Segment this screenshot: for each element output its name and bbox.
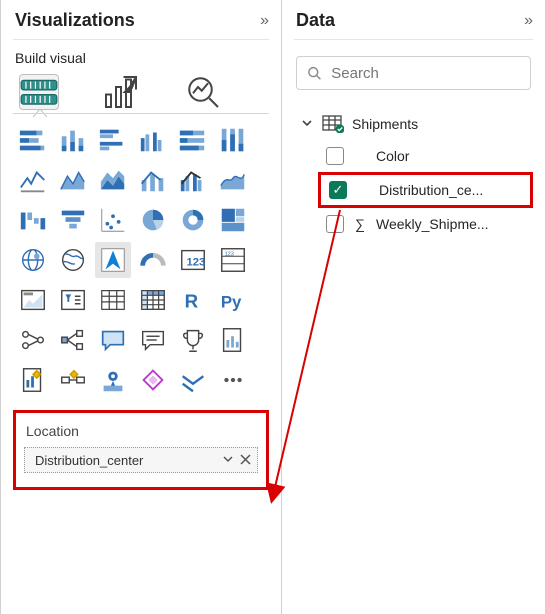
viz-map[interactable] [15,242,51,278]
visualizations-pane: Visualizations » Build visual [0,0,282,614]
checkbox-color[interactable] [326,147,344,165]
checkbox-weekly-shipments[interactable] [326,215,344,233]
collapse-data-icon[interactable]: » [524,12,531,30]
location-field-pill[interactable]: Distribution_center [24,447,258,473]
data-title: Data [296,10,335,31]
checkbox-distribution-center[interactable]: ✓ [329,181,347,199]
build-visual-label: Build visual [13,40,269,70]
viz-paginated[interactable] [215,322,251,358]
svg-text:123: 123 [225,251,234,257]
fields-tree: Shipments Color ✓ Distribution_ce... ∑ W… [294,94,533,240]
viz-goals[interactable] [175,322,211,358]
search-input[interactable] [329,64,520,83]
visualizations-title: Visualizations [15,10,135,31]
field-label-distribution-center: Distribution_ce... [379,182,530,198]
viz-100-stacked-bar[interactable] [175,122,211,158]
viz-power-apps[interactable] [15,362,51,398]
viz-stacked-area[interactable] [95,162,131,198]
location-field-name: Distribution_center [35,453,143,468]
field-distribution-center[interactable]: ✓ Distribution_ce... [318,172,533,208]
data-pane: Data » Shipments Color [282,0,546,614]
viz-r[interactable]: R [175,282,211,318]
viz-clustered-bar[interactable] [95,122,131,158]
field-color[interactable]: Color [296,140,533,172]
search-box[interactable] [296,56,531,90]
table-shipments[interactable]: Shipments [296,108,533,140]
viz-waterfall[interactable] [15,202,51,238]
viz-gauge[interactable] [135,242,171,278]
viz-decomposition[interactable] [55,322,91,358]
viz-stacked-column[interactable] [55,122,91,158]
svg-text:R: R [185,291,199,312]
collapse-viz-icon[interactable]: » [260,12,267,30]
viz-scatter[interactable] [95,202,131,238]
viz-card[interactable]: 123 [175,242,211,278]
field-weekly-shipments[interactable]: ∑ Weekly_Shipme... [296,208,533,240]
viz-line-clustered-column[interactable] [175,162,211,198]
expander-icon[interactable] [300,116,314,132]
viz-azure-map[interactable] [95,242,131,278]
sigma-icon: ∑ [352,216,368,232]
viz-flow[interactable] [175,362,211,398]
viz-slicer[interactable] [55,282,91,318]
svg-text:Py: Py [221,293,242,312]
build-visual-icon [20,78,58,107]
format-icon [101,72,141,112]
viz-gallery: 123 123 R Py [13,114,269,402]
viz-matrix[interactable] [135,282,171,318]
field-label-color: Color [376,148,533,164]
tab-build[interactable] [19,74,59,110]
viz-donut[interactable] [175,202,211,238]
viz-treemap[interactable] [215,202,251,238]
viz-clustered-column[interactable] [135,122,171,158]
table-icon [322,115,344,133]
viz-qna[interactable] [95,322,131,358]
viz-multi-row-card[interactable]: 123 [215,242,251,278]
viz-smart-narrative[interactable] [135,322,171,358]
table-name: Shipments [352,116,533,132]
viz-table[interactable] [95,282,131,318]
field-label-weekly-shipments: Weekly_Shipme... [376,216,533,232]
viz-100-stacked-column[interactable] [215,122,251,158]
viz-arcgis[interactable] [95,362,131,398]
viz-py[interactable]: Py [215,282,251,318]
viz-stacked-bar[interactable] [15,122,51,158]
svg-text:123: 123 [186,257,205,269]
viz-power-automate[interactable] [55,362,91,398]
analytics-icon [183,72,223,112]
tab-format[interactable] [101,74,141,110]
viz-line-stacked-column[interactable] [135,162,171,198]
viz-line[interactable] [15,162,51,198]
chevron-down-icon[interactable] [222,453,234,468]
viz-funnel[interactable] [55,202,91,238]
viz-more[interactable] [215,362,251,398]
viz-pie[interactable] [135,202,171,238]
viz-kpi[interactable] [15,282,51,318]
viz-filled-map[interactable] [55,242,91,278]
viz-tabs [13,70,269,110]
viz-key-influencers[interactable] [15,322,51,358]
tab-analytics[interactable] [183,74,223,110]
well-label-location: Location [24,421,258,447]
viz-get-more[interactable] [135,362,171,398]
remove-field-icon[interactable] [240,453,251,468]
viz-ribbon[interactable] [215,162,251,198]
location-field-well: Location Distribution_center [13,410,269,490]
search-icon [307,65,321,81]
viz-area[interactable] [55,162,91,198]
